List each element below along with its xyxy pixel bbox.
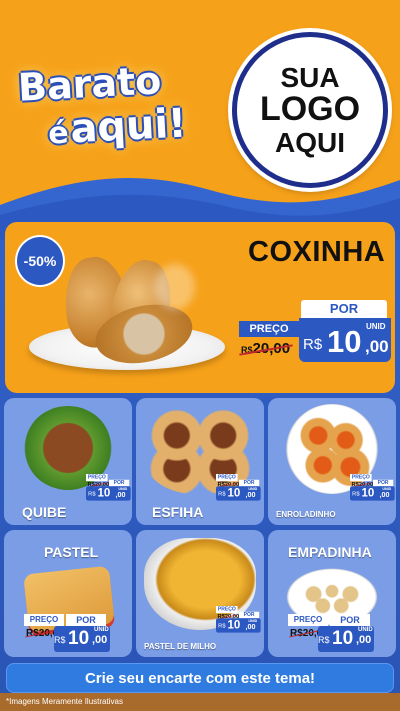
price-tag: PREÇO R$20,00 POR R$10UNID,00 <box>216 606 261 633</box>
product-card-quibe[interactable]: QUIBE PREÇO R$20,00 POR R$10UNID,00 <box>4 398 132 525</box>
price-decimal: ,00 <box>92 634 108 646</box>
price-integer: 10 <box>332 628 354 649</box>
featured-product[interactable]: -50% COXINHA POR PREÇO R$20,00 R$ 10 UNI… <box>5 222 395 393</box>
price-integer: 10 <box>361 486 375 500</box>
logo-line3: AQUI <box>275 126 345 158</box>
product-name: PASTEL DE MILHO <box>144 642 217 651</box>
product-name: EMPADINHA <box>288 544 372 560</box>
new-price: R$ 10 UNID ,00 <box>216 618 261 633</box>
new-price: R$ 10 UNID ,00 <box>299 318 391 362</box>
unid-label: UNID <box>94 627 109 633</box>
price-integer: 10 <box>68 628 90 649</box>
price-integer: 10 <box>227 486 241 500</box>
product-name: ESFIHA <box>152 504 204 520</box>
new-price: R$ 10 UNID ,00 <box>86 486 131 501</box>
por-label: POR <box>301 300 387 318</box>
price-currency: R$ <box>218 622 226 630</box>
brand-logo: Barato éaqui! <box>12 58 212 168</box>
old-price: R$20,00 <box>239 340 293 357</box>
new-price: R$ 10 UNID ,00 <box>318 626 374 652</box>
price-currency: R$ <box>352 490 360 498</box>
price-tag: PREÇO R$20,00 POR R$10UNID,00 <box>288 614 374 654</box>
preco-label: PREÇO <box>216 474 238 482</box>
price-tag: PREÇO R$20,00 POR R$10UNID,00 <box>24 614 110 654</box>
brand-line2-main: aqui! <box>69 100 188 153</box>
price-tag: PREÇO R$20,00 POR R$10UNID,00 <box>216 474 261 501</box>
featured-product-name: COXINHA <box>248 236 386 268</box>
product-name: PASTEL <box>44 544 99 560</box>
cta-button[interactable]: Crie seu encarte com este tema! <box>6 663 394 693</box>
price-integer: 10 <box>227 618 241 632</box>
price-tag: PREÇO R$20,00 POR R$10UNID,00 <box>86 474 131 501</box>
product-card-empadinha[interactable]: EMPADINHA PREÇO R$20,00 POR R$ 10 UNID ,00 <box>268 530 396 657</box>
price-integer: 10 <box>97 486 111 500</box>
header: Barato éaqui! SUA LOGO AQUI <box>0 0 400 240</box>
preco-label: PREÇO <box>86 474 108 482</box>
price-currency: R$ <box>218 490 226 498</box>
preco-label: PREÇO <box>24 614 64 626</box>
price-currency: R$ <box>54 635 66 645</box>
unid-label: UNID <box>366 322 386 331</box>
price-currency: R$ <box>88 490 96 498</box>
product-card-enroladinho[interactable]: ENROLADINHO PREÇO R$20,00 POR R$10UNID,0… <box>268 398 396 525</box>
price-decimal: ,00 <box>365 337 389 356</box>
preco-label: PREÇO <box>239 321 299 337</box>
price-decimal: ,00 <box>356 634 372 646</box>
product-name: ENROLADINHO <box>276 510 336 519</box>
price-decimal: ,00 <box>379 491 390 500</box>
discount-badge: -50% <box>15 235 65 287</box>
product-name: QUIBE <box>22 504 67 520</box>
price-decimal: ,00 <box>115 491 126 500</box>
price-decimal: ,00 <box>245 491 256 500</box>
price-currency: R$ <box>318 635 330 645</box>
logo-placeholder[interactable]: SUA LOGO AQUI <box>232 32 388 188</box>
preco-label: PREÇO <box>216 606 238 614</box>
unid-label: UNID <box>358 627 373 633</box>
product-card-pastel[interactable]: PASTEL PREÇO R$20,00 POR R$ 10 UNID ,00 <box>4 530 132 657</box>
new-price: R$ 10 UNID ,00 <box>350 486 395 501</box>
brand-line2-prefix: é <box>47 115 70 152</box>
logo-line1: SUA <box>280 61 340 93</box>
steam-image <box>155 264 195 310</box>
preco-label: PREÇO <box>350 474 372 482</box>
flyer: Barato éaqui! SUA LOGO AQUI -50% COXINHA… <box>0 0 400 711</box>
new-price: R$ 10 UNID ,00 <box>54 626 110 652</box>
price-currency: R$ <box>303 336 323 353</box>
new-price: R$ 10 UNID ,00 <box>216 486 261 501</box>
brand-line2: éaqui! <box>47 100 188 153</box>
product-card-esfiha[interactable]: ESFIHA PREÇO R$20,00 POR R$10UNID,00 <box>136 398 264 525</box>
price-integer: 10 <box>327 324 362 359</box>
product-card-pastel-de-milho[interactable]: PASTEL DE MILHO PREÇO R$20,00 POR R$10UN… <box>136 530 264 657</box>
disclaimer-text: *Imagens Meramente Ilustrativas <box>0 693 400 711</box>
preco-label: PREÇO <box>288 614 328 626</box>
price-tag: PREÇO R$20,00 POR R$10UNID,00 <box>350 474 395 501</box>
featured-price-tag: POR PREÇO R$20,00 R$ 10 UNID ,00 <box>239 300 393 368</box>
por-label: POR <box>330 614 370 626</box>
logo-line2: LOGO <box>259 90 361 129</box>
por-label: POR <box>66 614 106 626</box>
price-decimal: ,00 <box>245 623 256 632</box>
